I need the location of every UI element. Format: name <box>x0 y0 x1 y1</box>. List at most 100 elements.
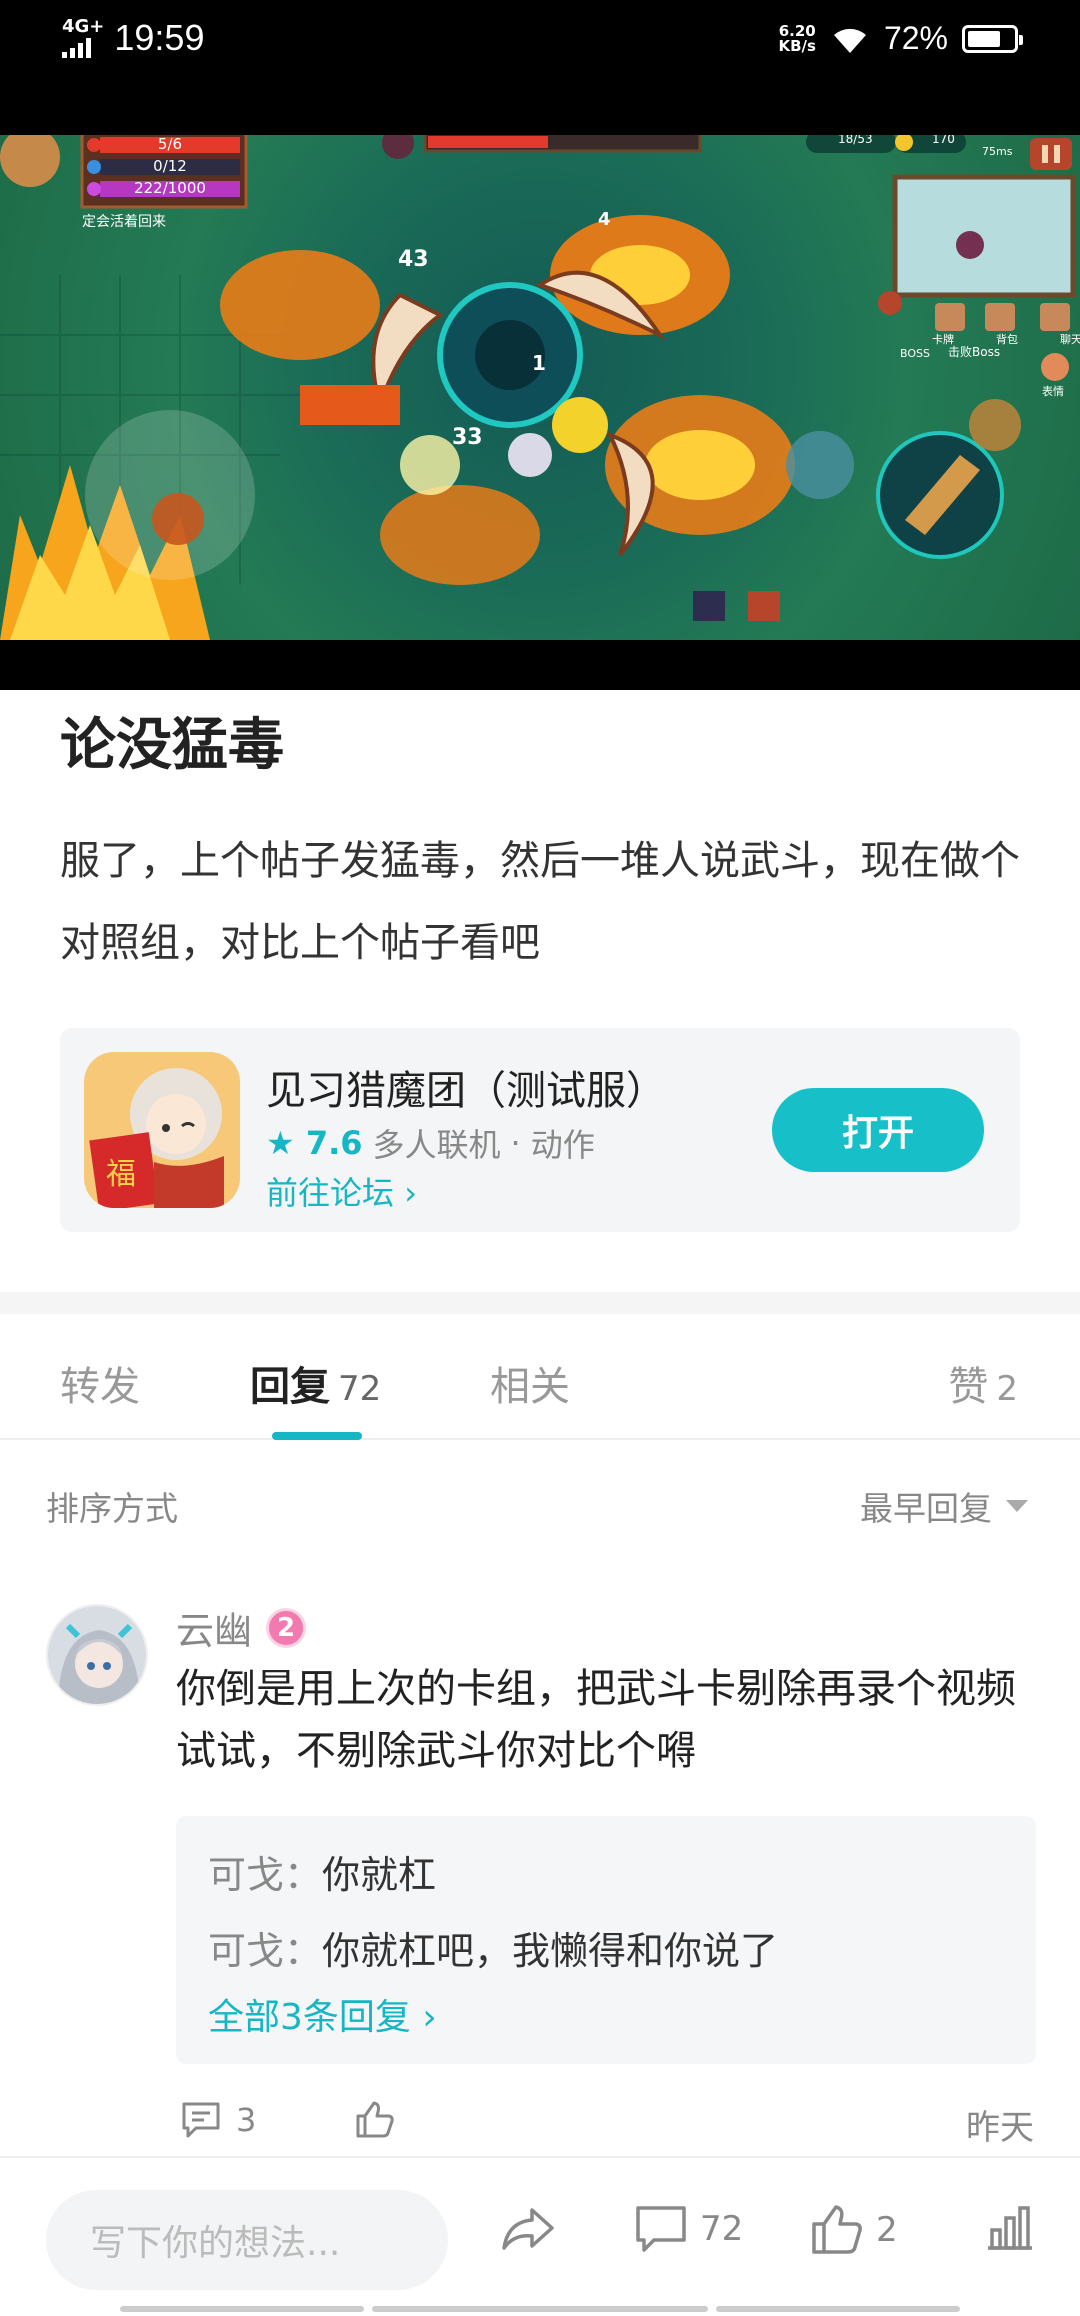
ping-value: 75ms <box>982 145 1013 158</box>
sort-dropdown[interactable]: 最早回复 <box>860 1482 1028 1530</box>
tab-likes[interactable]: 赞2 <box>948 1354 1018 1412</box>
reply-box[interactable]: 可戈：你就杠 可戈：你就杠吧，我懒得和你说了 全部3条回复 › <box>176 1816 1036 2064</box>
forum-link-label[interactable]: 前往论坛 <box>266 1174 394 1212</box>
app-icon[interactable]: 福 <box>84 1052 240 1208</box>
hp-value: 5/6 <box>157 135 183 153</box>
sort-label: 排序方式 <box>46 1489 178 1528</box>
video-player[interactable]: 5/6 0/12 222/1000 定会活着回来 18/53 170 75ms … <box>0 135 1080 690</box>
chevron-right-icon: › <box>404 1174 417 1212</box>
reply-separator: ： <box>284 1853 323 1897</box>
reply-item[interactable]: 可戈：你就杠吧，我懒得和你说了 <box>208 1920 778 1975</box>
network-speed: 6.20 KB/s <box>778 23 816 55</box>
bar-chart-icon <box>988 2206 1032 2250</box>
reply-count: 3 <box>236 2101 257 2139</box>
svg-text:福: 福 <box>106 1157 136 1192</box>
app-meta: ★ 7.6 多人联机 · 动作 <box>266 1120 595 1166</box>
minimap-close-icon[interactable] <box>878 291 902 315</box>
chat-icon[interactable] <box>1040 303 1070 331</box>
section-divider <box>0 1292 1080 1314</box>
app-name[interactable]: 见习猎魔团（测试服） <box>266 1058 666 1116</box>
tab-bar: 转发 回复 72 相关 赞2 <box>0 1314 1080 1440</box>
comments-button[interactable]: 72 <box>634 2204 743 2254</box>
app-rating-value: 7.6 <box>305 1124 363 1162</box>
signal-icon <box>62 36 104 58</box>
comment-reply-button[interactable]: 3 <box>180 2100 256 2140</box>
comment-like-button[interactable] <box>354 2100 396 2140</box>
tab-label: 回复 <box>250 1364 330 1410</box>
tab-forward[interactable]: 转发 <box>60 1354 140 1412</box>
coins-value: 170 <box>932 135 955 146</box>
chat-label: 聊天 <box>1060 333 1080 346</box>
hud-status-text: 定会活着回来 <box>82 214 166 230</box>
reply-text: 你就杠吧，我懒得和你说了 <box>322 1929 779 1973</box>
comments-count: 72 <box>700 2209 744 2249</box>
tab-related[interactable]: 相关 <box>490 1354 570 1412</box>
wifi-icon <box>833 28 866 53</box>
gesture-bar <box>372 2306 708 2312</box>
like-count: 2 <box>876 2210 898 2250</box>
forum-link[interactable]: 前往论坛 › <box>266 1168 417 1214</box>
reply-separator: ： <box>284 1929 323 1973</box>
share-icon <box>502 2208 554 2250</box>
damage-number: 33 <box>452 425 483 450</box>
share-button[interactable] <box>500 2204 556 2254</box>
open-app-button[interactable]: 打开 <box>772 1088 984 1172</box>
tab-label: 转发 <box>60 1364 140 1410</box>
gems-value: 18/53 <box>838 135 873 146</box>
clock: 19:59 <box>114 17 205 58</box>
network-group: 4G+ <box>62 18 104 58</box>
battery-percent: 72% <box>883 20 948 56</box>
comment-input[interactable]: 写下你的想法... <box>46 2190 448 2290</box>
item-slot[interactable] <box>748 591 780 621</box>
app-rating: ★ 7.6 <box>266 1124 363 1162</box>
comment-text: 你倒是用上次的卡组，把武斗卡剔除再录个视频试试，不剔除武斗你对比个嘚 <box>176 1666 1016 1774</box>
star-icon: ★ <box>266 1124 295 1162</box>
swap-button[interactable] <box>969 399 1021 451</box>
minimap[interactable] <box>892 174 1076 298</box>
tab-label: 赞 <box>948 1364 989 1410</box>
reply-item[interactable]: 可戈：你就杠 <box>208 1844 436 1899</box>
username[interactable]: 云幽 <box>176 1600 252 1655</box>
pause-button[interactable] <box>1030 138 1072 170</box>
thumbs-up-icon <box>812 2205 862 2254</box>
comment-author[interactable]: 云幽 2 <box>176 1600 307 1655</box>
emote-label: 表情 <box>1042 385 1064 398</box>
stats-button[interactable] <box>984 2204 1036 2252</box>
joystick[interactable] <box>85 410 255 580</box>
attack-button[interactable] <box>876 431 1004 559</box>
comment-icon <box>182 2102 220 2138</box>
speed-unit: KB/s <box>778 36 816 55</box>
avatar[interactable] <box>46 1604 148 1706</box>
tab-replies[interactable]: 回复 72 <box>250 1354 381 1412</box>
app-card[interactable]: 福 见习猎魔团（测试服） ★ 7.6 多人联机 · 动作 前往论坛 › 打开 <box>60 1028 1020 1232</box>
app-genre: 多人联机 <box>372 1126 501 1164</box>
like-button[interactable]: 2 <box>810 2204 898 2256</box>
bag-label: 背包 <box>996 333 1018 346</box>
cards-icon[interactable] <box>935 303 965 331</box>
app-genre: 动作 <box>530 1126 595 1164</box>
sort-row: 排序方式 最早回复 <box>0 1482 1080 1532</box>
reply-text: 你就杠 <box>322 1853 437 1897</box>
hud-stats: 5/6 0/12 222/1000 <box>100 135 240 199</box>
bottom-bar: 写下你的想法... 72 2 <box>0 2156 1080 2316</box>
game-video-frame[interactable]: 5/6 0/12 222/1000 定会活着回来 18/53 170 75ms … <box>0 135 1080 640</box>
energy-value: 222/1000 <box>134 179 206 197</box>
genre-separator: · <box>510 1124 521 1162</box>
bag-icon[interactable] <box>985 303 1015 331</box>
level-badge: 2 <box>266 1607 307 1648</box>
comment-actions: 3 昨天 <box>176 2100 1036 2150</box>
gesture-bar <box>120 2306 364 2312</box>
battery-fill <box>968 30 1000 47</box>
emote-icon[interactable] <box>1041 353 1069 381</box>
skill-button[interactable] <box>786 431 854 499</box>
boss-label: BOSS <box>900 347 930 360</box>
caret-down-icon <box>1006 1500 1028 1512</box>
comment-icon <box>636 2206 686 2252</box>
hud-menu: 卡牌 背包 聊天 <box>932 331 1080 347</box>
view-all-replies-link[interactable]: 全部3条回复 › <box>208 1988 437 2040</box>
status-right: 6.20 KB/s 72% <box>778 20 1023 57</box>
view-all-replies-label[interactable]: 全部3条回复 <box>208 1997 411 2038</box>
tab-count: 72 <box>338 1369 382 1409</box>
item-slot[interactable] <box>693 591 725 621</box>
sort-value[interactable]: 最早回复 <box>860 1482 992 1530</box>
